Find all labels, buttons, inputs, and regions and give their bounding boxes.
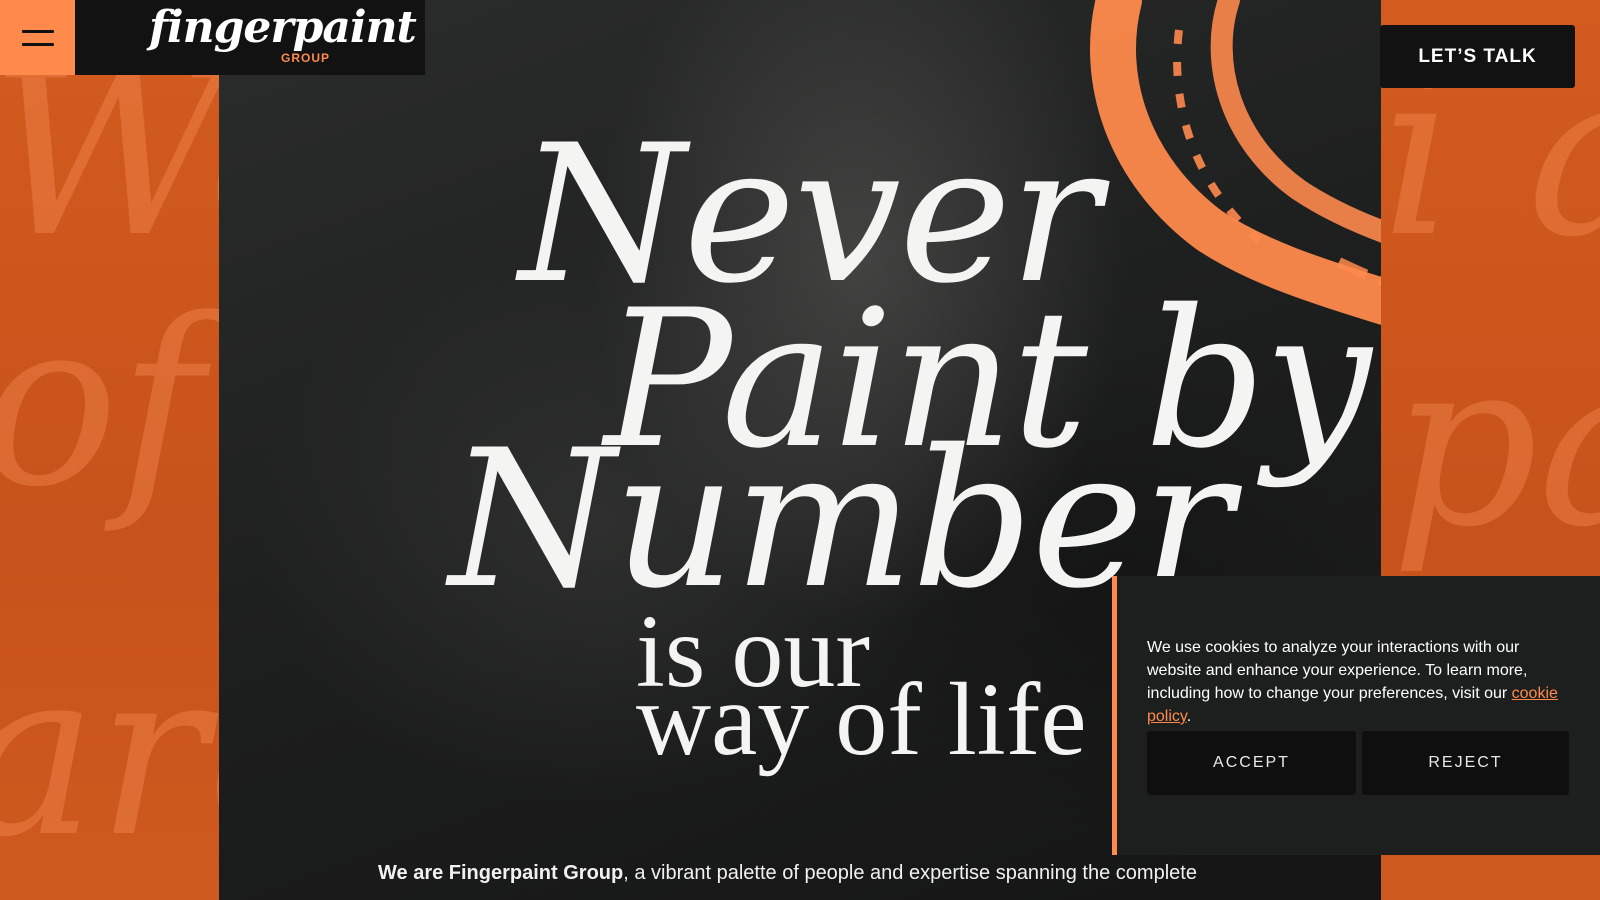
background-script-text: pai	[1391, 311, 1600, 578]
menu-button[interactable]	[0, 0, 75, 75]
accept-cookies-button[interactable]: ACCEPT	[1147, 731, 1356, 795]
headline-way-of-life: way of life	[636, 662, 1087, 777]
left-background-panel: We of li are	[0, 0, 219, 900]
cookie-message: We use cookies to analyze your interacti…	[1147, 636, 1577, 728]
intro-rest: , a vibrant palette of people and expert…	[623, 862, 1197, 884]
reject-cookies-button[interactable]: REJECT	[1362, 731, 1569, 795]
background-script-text: of li	[0, 271, 219, 538]
logo-wordmark: fingerpaint	[149, 2, 417, 53]
cookie-banner: We use cookies to analyze your interacti…	[1112, 576, 1600, 855]
intro-bold: We are Fingerpaint Group	[378, 862, 624, 884]
logo-subtitle: GROUP	[281, 51, 331, 65]
cookie-message-end: .	[1186, 708, 1192, 725]
cookie-message-text: We use cookies to analyze your interacti…	[1147, 639, 1528, 702]
logo-link[interactable]: fingerpaint GROUP	[75, 0, 425, 75]
background-script-text: are	[0, 621, 219, 888]
hamburger-menu-icon	[21, 29, 54, 46]
lets-talk-button[interactable]: LET’S TALK	[1380, 25, 1575, 88]
intro-paragraph: We are Fingerpaint Group, a vibrant pale…	[378, 862, 1197, 885]
